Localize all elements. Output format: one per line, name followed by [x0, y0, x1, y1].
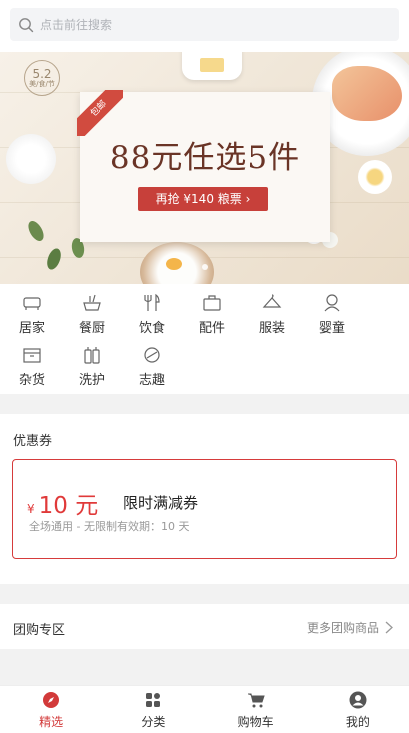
baby-icon: [324, 294, 340, 312]
coupon-section: 优惠券 ¥10 元 限时满减券 全场通用 - 无限制有效期：10 天: [0, 414, 409, 584]
category-care[interactable]: 洗护: [69, 336, 115, 388]
festival-badge: 5.2 美/食/节: [24, 60, 60, 96]
leaf-branch-image: [44, 246, 64, 272]
category-label: 配件: [198, 321, 225, 336]
food-icon: [144, 293, 160, 311]
category-accessories[interactable]: 配件: [189, 284, 235, 336]
coupon-card[interactable]: ¥10 元 限时满减券 全场通用 - 无限制有效期：10 天: [12, 459, 397, 559]
promo-headline: 88元任选5件: [109, 140, 301, 176]
badge-number: 5.2: [32, 66, 52, 81]
promo-card: 包邮 88元任选5件 再抢 ¥140 粮票 ›: [77, 90, 330, 242]
ribbon-label: 包邮: [77, 90, 123, 136]
interest-icon: [144, 347, 160, 363]
grid-icon: [146, 693, 161, 707]
egg-image: [358, 160, 392, 194]
category-interest[interactable]: 志趣: [129, 336, 175, 388]
search-icon: [19, 17, 34, 32]
category-sundries[interactable]: 杂货: [9, 336, 55, 388]
category-label: 服装: [258, 321, 285, 336]
tab-cart[interactable]: 购物车: [205, 686, 307, 733]
tab-label: 分类: [141, 715, 166, 729]
coupon-value: 10 元: [38, 493, 99, 519]
chevron-right-icon: [385, 621, 393, 634]
free-shipping-ribbon: 包邮: [77, 90, 123, 136]
bag-icon: [203, 295, 221, 311]
flour-bowl-image: [140, 242, 214, 284]
category-food[interactable]: 饮食: [129, 284, 175, 336]
user-icon: [349, 691, 367, 709]
promo-cta-button[interactable]: 再抢 ¥140 粮票 ›: [138, 187, 268, 211]
badge-subtitle: 美/食/节: [29, 79, 55, 88]
more-group-buy-link[interactable]: 更多团购商品: [307, 619, 393, 636]
category-label: 饮食: [138, 321, 165, 336]
more-link-label: 更多团购商品: [306, 621, 379, 635]
search-bar: 点击前往搜索: [0, 0, 409, 52]
butter-dish-image: [182, 52, 242, 80]
leaf-branch-image: [25, 218, 47, 244]
hanger-icon: [262, 294, 282, 308]
search-input[interactable]: 点击前往搜索: [10, 8, 399, 41]
tab-label: 我的: [345, 715, 370, 729]
category-label: 志趣: [138, 373, 165, 388]
compass-icon: [43, 692, 60, 708]
coupon-description: 全场通用 - 无限制有效期：10 天: [29, 520, 190, 533]
search-placeholder: 点击前往搜索: [40, 18, 113, 32]
promo-banner[interactable]: 5.2 美/食/节 包邮 88元任选5件 再抢 ¥140 粮票 ›: [0, 52, 409, 284]
kitchen-icon: [83, 294, 101, 311]
mortar-image: [6, 134, 56, 184]
group-buy-title: 团购专区: [13, 623, 66, 638]
coupon-name: 限时满减券: [123, 494, 199, 512]
currency-symbol: ¥: [27, 502, 35, 516]
cart-icon: [247, 693, 265, 708]
box-icon: [23, 348, 41, 363]
category-home[interactable]: 居家: [9, 284, 55, 336]
category-baby[interactable]: 婴童: [309, 284, 355, 336]
tab-featured[interactable]: 精选: [0, 686, 102, 733]
tab-categories[interactable]: 分类: [102, 686, 204, 733]
category-kitchen[interactable]: 餐厨: [69, 284, 115, 336]
group-buy-section: 团购专区 更多团购商品: [0, 604, 409, 649]
tab-label: 精选: [39, 715, 64, 729]
category-grid: 居家 餐厨 饮食 配件 服装 婴童 杂货 洗护 志趣: [0, 284, 409, 394]
coupon-amount: ¥10 元: [27, 486, 98, 520]
bottom-tab-bar: 精选 分类 购物车 我的: [0, 685, 409, 733]
category-clothing[interactable]: 服装: [249, 284, 295, 336]
tab-mine[interactable]: 我的: [307, 686, 409, 733]
sofa-icon: [23, 297, 41, 310]
category-label: 餐厨: [78, 321, 105, 336]
carousel-indicator[interactable]: [202, 264, 208, 270]
category-label: 居家: [18, 321, 45, 336]
coupon-section-title: 优惠券: [13, 434, 53, 449]
category-label: 洗护: [78, 373, 105, 388]
category-label: 婴童: [318, 321, 345, 336]
tab-label: 购物车: [237, 715, 274, 729]
category-label: 杂货: [18, 373, 45, 388]
bottles-icon: [84, 347, 100, 364]
